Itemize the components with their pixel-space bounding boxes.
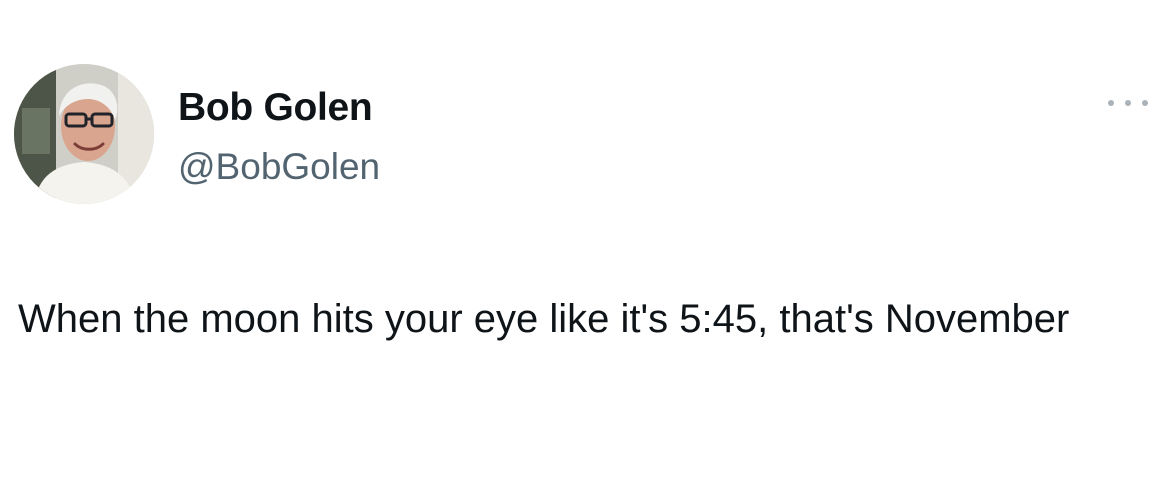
- tweet-text: When the moon hits your eye like it's 5:…: [18, 297, 1070, 341]
- more-horizontal-icon: [1142, 100, 1148, 106]
- avatar[interactable]: [14, 64, 154, 204]
- tweet-header: Bob Golen @BobGolen: [0, 0, 1170, 230]
- more-horizontal-icon: [1125, 100, 1131, 106]
- more-horizontal-icon: [1108, 100, 1114, 106]
- more-options-button[interactable]: [1106, 90, 1150, 116]
- author-handle[interactable]: @BobGolen: [178, 145, 380, 189]
- tweet-card: Bob Golen @BobGolen When the moon hits y…: [0, 0, 1170, 480]
- author-display-name[interactable]: Bob Golen: [178, 86, 373, 130]
- avatar-photo: [14, 64, 154, 204]
